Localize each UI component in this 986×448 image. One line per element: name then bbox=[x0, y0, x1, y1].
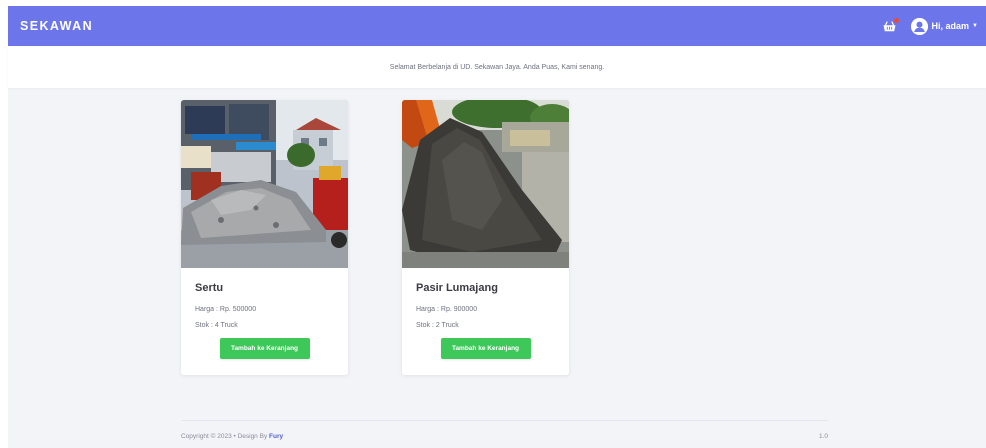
page-frame: SEKAWAN Hi, adam ▼ Selamat Berbelanja di… bbox=[8, 6, 986, 448]
product-image-sertu bbox=[181, 100, 348, 268]
user-menu[interactable]: Hi, adam ▼ bbox=[910, 17, 978, 35]
product-image-pasir-lumajang bbox=[402, 100, 569, 268]
user-avatar-icon bbox=[910, 17, 928, 35]
user-greeting: Hi, adam bbox=[931, 21, 970, 31]
product-stock: Stok : 4 Truck bbox=[195, 322, 238, 329]
product-title: Pasir Lumajang bbox=[416, 282, 498, 294]
navbar-right: Hi, adam ▼ bbox=[879, 15, 978, 37]
welcome-text: Selamat Berbelanja di UD. Sekawan Jaya. … bbox=[389, 63, 605, 71]
product-card-pasir-lumajang: Pasir Lumajang Harga : Rp. 900000 Stok :… bbox=[402, 100, 569, 375]
product-title: Sertu bbox=[195, 282, 224, 294]
copyright-text: Copyright © 2023 • Design By bbox=[181, 433, 268, 440]
brand-logo[interactable]: SEKAWAN bbox=[20, 19, 93, 33]
cart-badge bbox=[893, 18, 899, 23]
add-to-cart-button[interactable]: Tambah ke Keranjang bbox=[219, 338, 310, 359]
cart-button[interactable] bbox=[879, 15, 901, 37]
footer-copyright: Copyright © 2023 • Design By Fury bbox=[181, 433, 283, 440]
product-stock: Stok : 2 Truck bbox=[416, 322, 459, 329]
card-body: Pasir Lumajang Harga : Rp. 900000 Stok :… bbox=[402, 268, 569, 359]
product-price: Harga : Rp. 500000 bbox=[195, 306, 257, 313]
footer-divider bbox=[181, 420, 828, 421]
footer: Copyright © 2023 • Design By Fury 1.0 bbox=[181, 433, 828, 440]
chevron-down-icon: ▼ bbox=[972, 23, 978, 29]
product-card-sertu: Sertu Harga : Rp. 500000 Stok : 4 Truck … bbox=[181, 100, 348, 375]
top-navbar: SEKAWAN Hi, adam ▼ bbox=[8, 6, 986, 46]
author-link[interactable]: Fury bbox=[269, 433, 283, 440]
add-to-cart-button[interactable]: Tambah ke Keranjang bbox=[440, 338, 531, 359]
card-body: Sertu Harga : Rp. 500000 Stok : 4 Truck … bbox=[181, 268, 348, 359]
welcome-banner: Selamat Berbelanja di UD. Sekawan Jaya. … bbox=[8, 46, 986, 88]
version-text: 1.0 bbox=[818, 433, 828, 440]
product-price: Harga : Rp. 900000 bbox=[416, 306, 478, 313]
